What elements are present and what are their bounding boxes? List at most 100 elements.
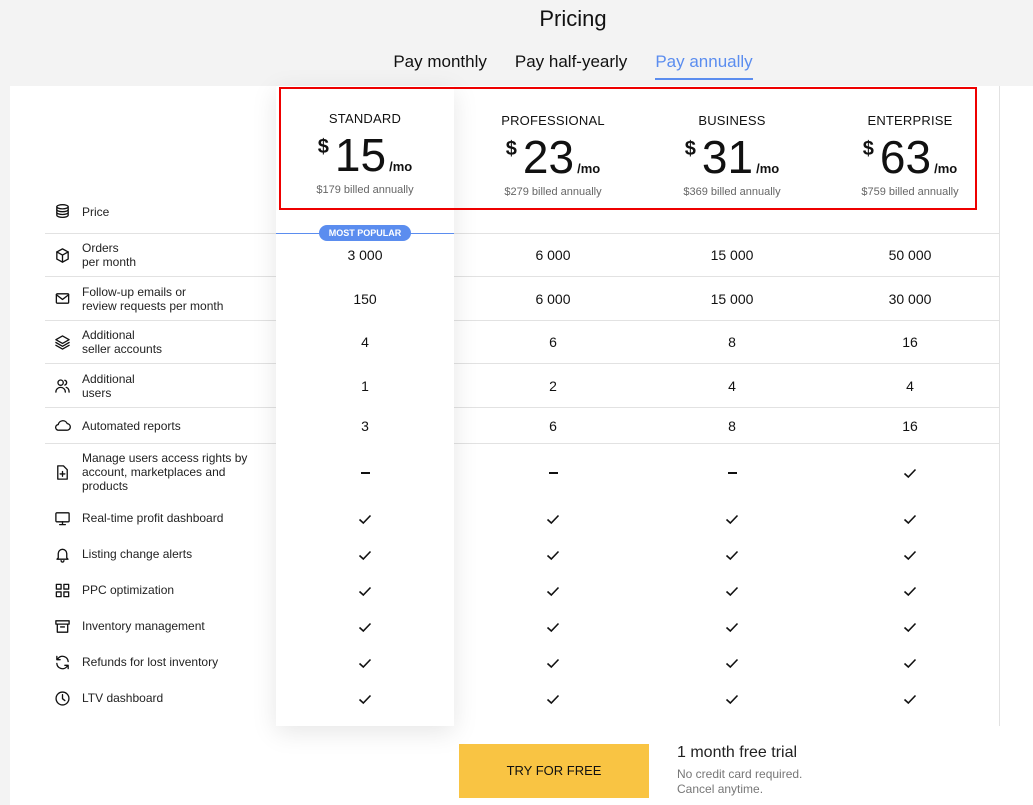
dash-icon [727, 472, 737, 475]
cloud-icon [45, 417, 82, 434]
feature-value [276, 680, 454, 716]
plan-billed: $759 billed annually [861, 186, 959, 198]
feature-label: Additional users [82, 371, 135, 400]
feature-value [821, 644, 999, 680]
plan-header-standard: STANDARD $ 15 /mo $179 billed annually [276, 86, 454, 211]
tab-pay-monthly[interactable]: Pay monthly [393, 50, 487, 80]
dash-icon [360, 472, 370, 475]
check-icon [903, 515, 917, 525]
clock-icon [45, 690, 82, 707]
check-icon [725, 623, 739, 633]
feature-value [643, 444, 821, 501]
feature-value: 6 [549, 334, 557, 350]
price-amount: 31 [701, 131, 754, 183]
check-icon [903, 659, 917, 669]
feature-value [276, 608, 454, 644]
check-icon [725, 515, 739, 525]
feature-value [464, 572, 642, 608]
price-period: /mo [389, 159, 413, 174]
feature-label-wrap: Refunds for lost inventory [45, 654, 267, 671]
feature-label-wrap: Listing change alerts [45, 546, 267, 563]
plan-price: $ 31 /mo [643, 134, 821, 180]
feature-label: Manage users access rights by account, m… [82, 451, 248, 493]
feature-label-wrap: Automated reports [45, 417, 267, 434]
feature-value: 4 [728, 378, 736, 394]
feature-value: 30 000 [888, 291, 932, 307]
price-period: /mo [756, 161, 780, 176]
check-icon [358, 623, 372, 633]
most-popular-badge: MOST POPULAR [319, 225, 411, 241]
feature-label-wrap: Price [45, 203, 267, 220]
feature-label-wrap: Inventory management [45, 618, 267, 635]
feature-label: Refunds for lost inventory [82, 655, 219, 669]
feature-label: Listing change alerts [82, 547, 193, 561]
feature-value: 6 000 [535, 247, 571, 263]
check-icon [903, 695, 917, 705]
check-icon [546, 551, 560, 561]
dash-icon [548, 472, 558, 475]
feature-value [643, 680, 821, 716]
plan-price: $ 63 /mo [821, 134, 999, 180]
check-icon [903, 469, 917, 479]
feature-value: 150 [353, 291, 377, 307]
feature-label-wrap: Real-time profit dashboard [45, 510, 267, 527]
feature-value [821, 500, 999, 536]
check-icon [903, 623, 917, 633]
feature-label: Automated reports [82, 418, 181, 433]
users-icon [45, 377, 82, 394]
feature-label: Additional seller accounts [82, 328, 163, 356]
check-icon [725, 551, 739, 561]
check-icon [725, 695, 739, 705]
check-icon [358, 587, 372, 597]
feature-label: Price [82, 204, 110, 219]
mail-icon [45, 290, 82, 307]
billing-period-tabs: Pay monthly Pay half-yearly Pay annually [0, 50, 1033, 80]
plan-name: PROFESSIONAL [501, 113, 605, 128]
feature-value: 1 [361, 378, 369, 394]
feature-label-wrap: Additional users [45, 372, 267, 400]
tab-pay-annually[interactable]: Pay annually [655, 50, 753, 80]
price-amount: 15 [334, 129, 387, 181]
check-icon [546, 623, 560, 633]
feature-value [643, 500, 821, 536]
feature-value [276, 644, 454, 680]
feature-value: 15 000 [710, 247, 754, 263]
tab-pay-half-yearly[interactable]: Pay half-yearly [515, 50, 627, 80]
feature-label: Follow-up emails or review requests per … [82, 284, 224, 313]
bell-icon [45, 546, 82, 563]
try-for-free-button[interactable]: TRY FOR FREE [459, 744, 649, 798]
plan-header-professional: PROFESSIONAL $ 23 /mo $279 billed annual… [464, 86, 642, 211]
feature-label: Orders per month [82, 241, 137, 269]
file-plus-icon [45, 464, 82, 481]
feature-value: 8 [728, 334, 736, 350]
check-icon [546, 587, 560, 597]
feature-value: 16 [902, 418, 918, 434]
plan-billed: $369 billed annually [683, 186, 781, 198]
feature-value [276, 500, 454, 536]
trial-title: 1 month free trial [677, 744, 798, 761]
feature-value: 3 [361, 418, 369, 434]
feature-value [643, 572, 821, 608]
feature-value: 50 000 [888, 247, 932, 263]
price-currency: $ [317, 136, 329, 158]
check-icon [358, 551, 372, 561]
check-icon [546, 659, 560, 669]
feature-label-wrap: PPC optimization [45, 582, 267, 599]
archive-icon [45, 618, 82, 635]
feature-value: 4 [906, 378, 914, 394]
feature-value [276, 572, 454, 608]
feature-value [464, 444, 642, 501]
price-currency: $ [684, 138, 696, 160]
feature-value [643, 608, 821, 644]
grid-icon [45, 582, 82, 599]
feature-value [821, 680, 999, 716]
check-icon [358, 659, 372, 669]
feature-label-wrap: Follow-up emails or review requests per … [45, 285, 267, 313]
feature-value [821, 444, 999, 501]
feature-value: 15 000 [710, 291, 754, 307]
feature-value [464, 680, 642, 716]
feature-label-wrap: LTV dashboard [45, 690, 267, 707]
feature-value: 8 [728, 418, 736, 434]
price-amount: 63 [879, 131, 932, 183]
feature-value [821, 572, 999, 608]
